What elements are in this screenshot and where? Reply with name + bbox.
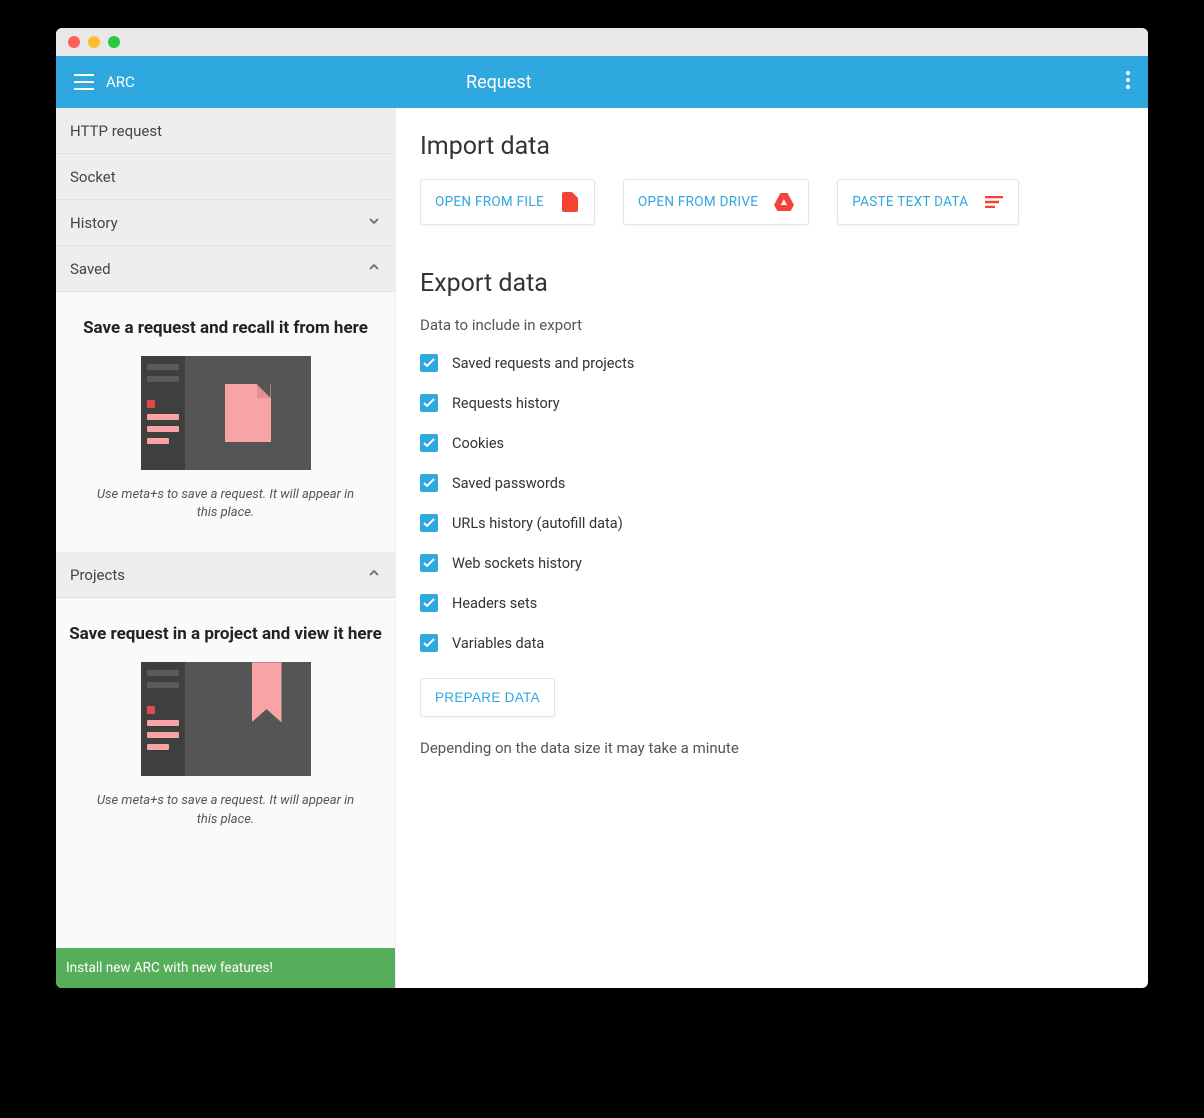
- check-label: Cookies: [452, 435, 504, 452]
- import-buttons-row: OPEN FROM FILE OPEN FROM DRIVE PASTE TEX…: [420, 179, 1124, 225]
- export-heading: Export data: [420, 269, 1124, 298]
- app-name: ARC: [106, 73, 135, 91]
- check-label: URLs history (autofill data): [452, 515, 623, 532]
- sidebar-item-label: History: [70, 214, 118, 232]
- checkbox-icon: [420, 394, 438, 412]
- update-banner[interactable]: Install new ARC with new features!: [56, 948, 395, 988]
- sidebar-item-saved[interactable]: Saved: [56, 246, 395, 292]
- window-minimize-button[interactable]: [88, 36, 100, 48]
- checkbox-icon: [420, 354, 438, 372]
- checkbox-icon: [420, 634, 438, 652]
- window-titlebar: [56, 28, 1148, 56]
- check-label: Saved passwords: [452, 475, 565, 492]
- chevron-up-icon: [367, 566, 381, 584]
- button-label: PASTE TEXT DATA: [852, 194, 968, 210]
- sidebar-item-projects[interactable]: Projects: [56, 552, 395, 598]
- check-label: Web sockets history: [452, 555, 582, 572]
- prepare-data-button[interactable]: PREPARE DATA: [420, 678, 555, 717]
- check-saved-passwords[interactable]: Saved passwords: [420, 474, 1124, 492]
- check-cookies[interactable]: Cookies: [420, 434, 1124, 452]
- sidebar-item-label: Socket: [70, 168, 116, 186]
- bookmark-icon: [252, 662, 282, 722]
- saved-panel-heading: Save a request and recall it from here: [68, 318, 383, 338]
- checkbox-icon: [420, 594, 438, 612]
- window-maximize-button[interactable]: [108, 36, 120, 48]
- chevron-up-icon: [367, 260, 381, 278]
- projects-illustration: [141, 662, 311, 776]
- sidebar-item-label: Saved: [70, 260, 111, 278]
- saved-illustration: [141, 356, 311, 470]
- window-close-button[interactable]: [68, 36, 80, 48]
- check-label: Saved requests and projects: [452, 355, 634, 372]
- sidebar: HTTP request Socket History Saved Save a…: [56, 108, 396, 988]
- checkbox-icon: [420, 514, 438, 532]
- sidebar-item-label: HTTP request: [70, 122, 162, 140]
- check-requests-history[interactable]: Requests history: [420, 394, 1124, 412]
- check-web-sockets-history[interactable]: Web sockets history: [420, 554, 1124, 572]
- check-urls-history[interactable]: URLs history (autofill data): [420, 514, 1124, 532]
- button-label: OPEN FROM FILE: [435, 194, 544, 210]
- file-icon: [560, 192, 580, 212]
- open-from-drive-button[interactable]: OPEN FROM DRIVE: [623, 179, 809, 225]
- check-label: Requests history: [452, 395, 560, 412]
- chevron-down-icon: [367, 214, 381, 232]
- checkbox-icon: [420, 434, 438, 452]
- sidebar-item-socket[interactable]: Socket: [56, 154, 395, 200]
- check-saved-requests[interactable]: Saved requests and projects: [420, 354, 1124, 372]
- projects-panel-heading: Save request in a project and view it he…: [68, 624, 383, 644]
- top-app-bar: ARC Request: [56, 56, 1148, 108]
- file-icon: [225, 384, 271, 442]
- checkbox-icon: [420, 554, 438, 572]
- export-footnote: Depending on the data size it may take a…: [420, 739, 1124, 757]
- page-title: Request: [466, 72, 532, 93]
- export-checklist: Saved requests and projects Requests his…: [420, 354, 1124, 652]
- projects-panel-note: Use meta+s to save a request. It will ap…: [68, 792, 383, 828]
- main-content: Import data OPEN FROM FILE OPEN FROM DRI…: [396, 108, 1148, 988]
- paste-text-data-button[interactable]: PASTE TEXT DATA: [837, 179, 1019, 225]
- check-label: Headers sets: [452, 595, 537, 612]
- check-headers-sets[interactable]: Headers sets: [420, 594, 1124, 612]
- check-variables-data[interactable]: Variables data: [420, 634, 1124, 652]
- drive-icon: [774, 192, 794, 212]
- import-heading: Import data: [420, 132, 1124, 161]
- app-window: ARC Request HTTP request Socket History …: [56, 28, 1148, 988]
- checkbox-icon: [420, 474, 438, 492]
- banner-text: Install new ARC with new features!: [66, 960, 273, 976]
- menu-icon[interactable]: [74, 74, 94, 90]
- sidebar-item-http-request[interactable]: HTTP request: [56, 108, 395, 154]
- open-from-file-button[interactable]: OPEN FROM FILE: [420, 179, 595, 225]
- sidebar-item-history[interactable]: History: [56, 200, 395, 246]
- button-label: OPEN FROM DRIVE: [638, 194, 758, 210]
- projects-empty-panel: Save request in a project and view it he…: [56, 598, 395, 858]
- more-vert-icon[interactable]: [1126, 71, 1130, 93]
- saved-empty-panel: Save a request and recall it from here U…: [56, 292, 395, 552]
- saved-panel-note: Use meta+s to save a request. It will ap…: [68, 486, 383, 522]
- sidebar-item-label: Projects: [70, 566, 125, 584]
- check-label: Variables data: [452, 635, 544, 652]
- export-subtitle: Data to include in export: [420, 316, 1124, 334]
- notes-icon: [984, 192, 1004, 212]
